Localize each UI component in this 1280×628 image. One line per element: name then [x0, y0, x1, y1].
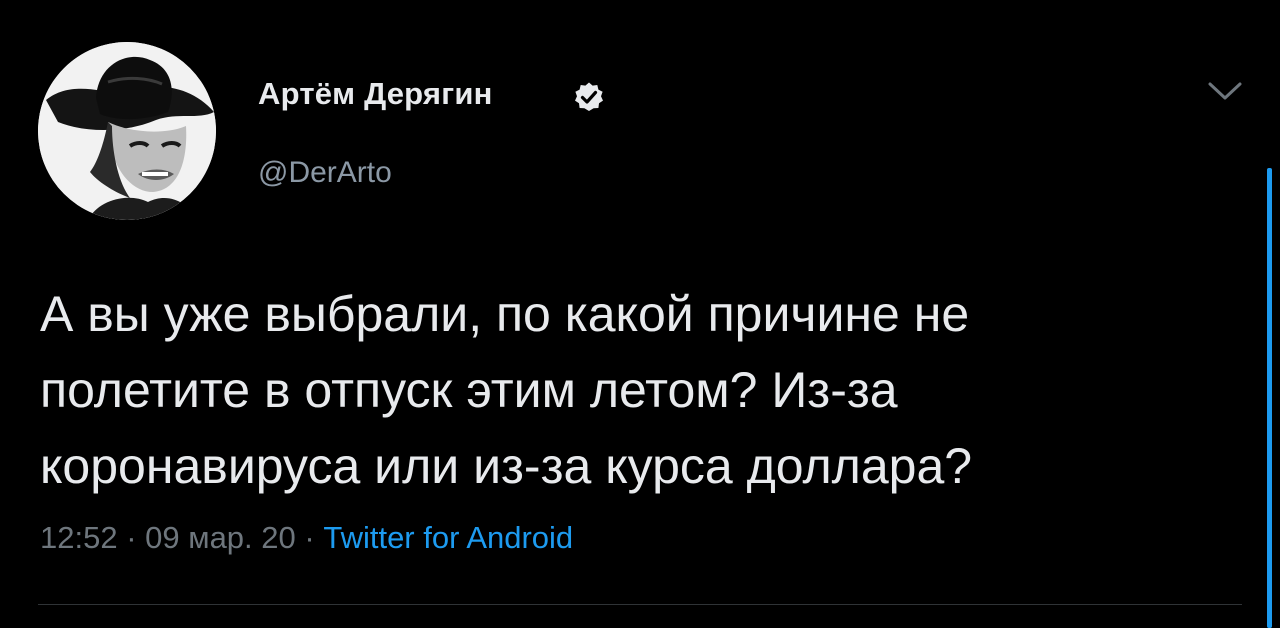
avatar-image [38, 42, 216, 220]
chevron-down-icon[interactable] [1206, 78, 1244, 104]
display-name[interactable]: Артём Дерягин [258, 76, 493, 112]
user-handle[interactable]: @DerArto [258, 156, 392, 190]
avatar[interactable] [38, 42, 216, 220]
tweet-time[interactable]: 12:52 [40, 520, 118, 555]
tweet-date[interactable]: 09 мар. 20 [145, 520, 296, 555]
meta-separator: · [126, 520, 137, 555]
divider [38, 604, 1242, 605]
tweet-card: Артём Дерягин @DerArto А вы уже выбрали,… [0, 0, 1280, 628]
tweet-source-link[interactable]: Twitter for Android [323, 520, 573, 555]
tweet-text-line: А вы уже выбрали, по какой причине не [40, 286, 970, 342]
scroll-indicator[interactable] [1267, 168, 1272, 628]
meta-separator: · [304, 520, 315, 555]
tweet-text: А вы уже выбрали, по какой причине не по… [40, 276, 1230, 504]
tweet-meta: 12:52 · 09 мар. 20 · Twitter for Android [40, 520, 573, 556]
tweet-text-line: полетите в отпуск этим летом? Из-за [40, 362, 898, 418]
verified-badge-icon [575, 82, 603, 111]
tweet-text-line: коронавируса или из-за курса доллара? [40, 438, 973, 494]
